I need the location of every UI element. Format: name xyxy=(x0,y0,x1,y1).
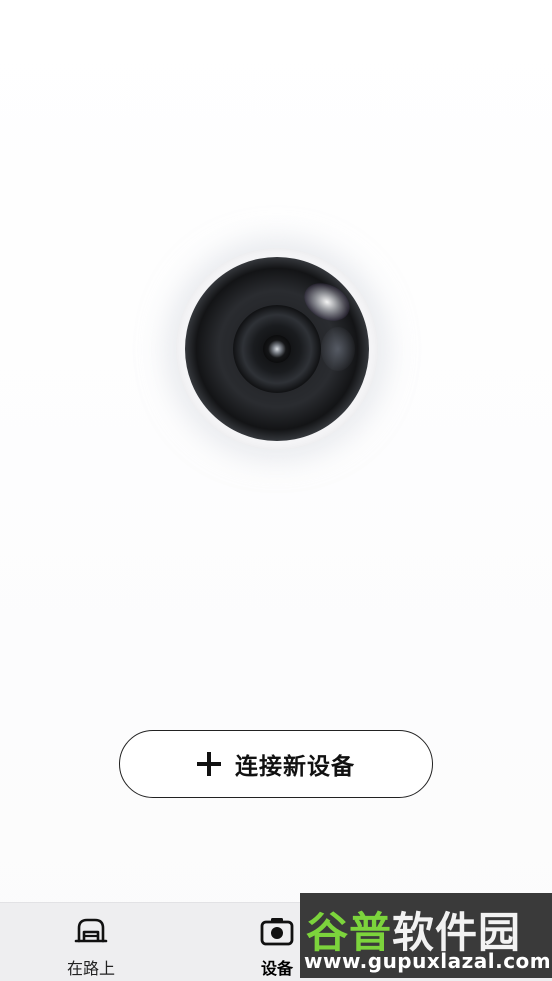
camera-lens-image xyxy=(176,248,378,450)
connect-new-device-label: 连接新设备 xyxy=(235,754,355,780)
connect-new-device-button[interactable]: 连接新设备 xyxy=(119,730,433,798)
lens-inner-ring xyxy=(233,305,321,393)
tab-on-the-road-label: 在路上 xyxy=(66,959,115,978)
watermark-url: www.gupuxlazal.com xyxy=(304,949,552,973)
car-icon xyxy=(74,918,108,943)
lens-outer-ring xyxy=(185,257,369,441)
site-watermark: 谷普软件园 www.gupuxlazal.com xyxy=(300,893,552,978)
camera-icon xyxy=(260,918,294,946)
tab-device-label: 设备 xyxy=(260,959,293,978)
device-screen: 连接新设备 在路上 设备 谷普软件园 www.gupuxlazal.com xyxy=(0,0,552,981)
lens-reflection xyxy=(321,327,355,371)
lens-core xyxy=(263,335,291,363)
plus-icon xyxy=(197,752,221,776)
tab-on-the-road[interactable]: 在路上 xyxy=(36,903,146,981)
